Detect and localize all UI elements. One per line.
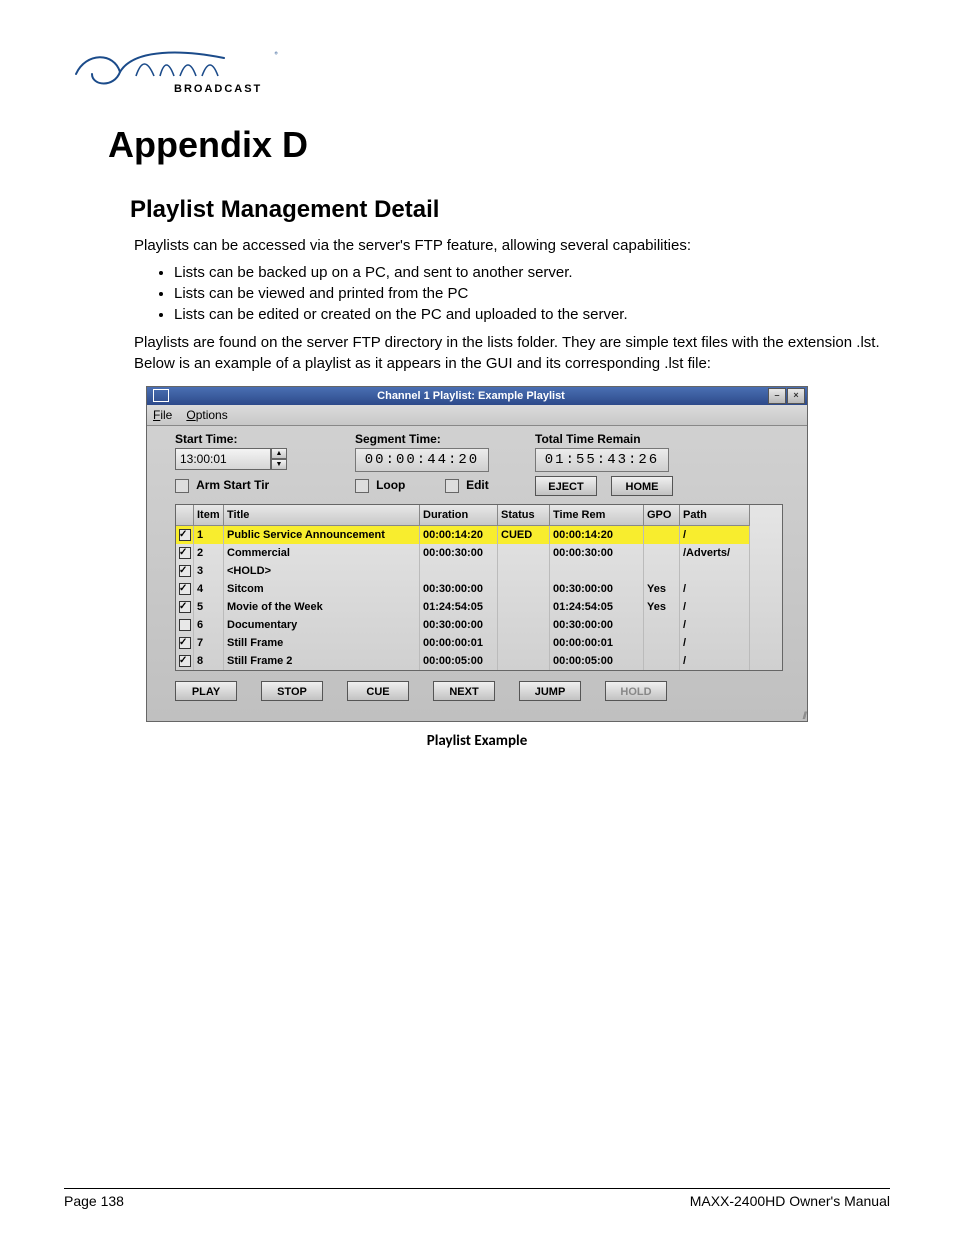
table-row[interactable]: 6Documentary00:30:00:0000:30:00:00/ [176,616,782,634]
row-checkbox[interactable] [179,655,191,667]
row-checkbox[interactable] [179,637,191,649]
section-heading: Playlist Management Detail [130,196,890,224]
table-row[interactable]: 5Movie of the Week01:24:54:0501:24:54:05… [176,598,782,616]
list-item: Lists can be backed up on a PC, and sent… [174,264,890,281]
doc-title: MAXX-2400HD Owner's Manual [690,1193,890,1209]
eject-button[interactable]: EJECT [535,476,597,496]
table-row[interactable]: 3<HOLD> [176,562,782,580]
page-footer: Page 138 MAXX-2400HD Owner's Manual [64,1188,890,1209]
playlist-window: Channel 1 Playlist: Example Playlist – ×… [146,386,808,722]
list-item: Lists can be edited or created on the PC… [174,306,890,323]
col-timerem: Time Rem [550,505,644,526]
menu-bar: File Options [147,405,807,426]
arm-start-checkbox[interactable] [175,479,189,493]
start-time-spinner[interactable]: ▲▼ [271,448,287,470]
col-item: Item [194,505,224,526]
row-checkbox[interactable] [179,583,191,595]
playlist-table: Item Title Duration Status Time Rem GPO … [175,504,783,671]
edit-label: Edit [466,478,489,492]
figure-caption: Playlist Example [64,732,890,750]
col-path: Path [680,505,750,526]
close-button[interactable]: × [787,388,805,404]
row-checkbox[interactable] [179,547,191,559]
table-row[interactable]: 8Still Frame 200:00:05:0000:00:05:00/ [176,652,782,670]
jump-button[interactable]: JUMP [519,681,581,701]
start-time-input[interactable]: 13:00:01 [175,448,271,470]
table-row[interactable]: 7Still Frame00:00:00:0100:00:00:01/ [176,634,782,652]
table-row[interactable]: 4Sitcom00:30:00:0000:30:00:00Yes/ [176,580,782,598]
table-row[interactable]: 2Commercial00:00:30:0000:00:30:00/Advert… [176,544,782,562]
col-title: Title [224,505,420,526]
col-status: Status [498,505,550,526]
total-remain-label: Total Time Remain [535,432,755,446]
minimize-button[interactable]: – [768,388,786,404]
col-check [176,505,194,526]
row-checkbox[interactable] [179,619,191,631]
arm-start-label: Arm Start Tir [196,478,269,492]
capability-list: Lists can be backed up on a PC, and sent… [174,264,890,323]
row-checkbox[interactable] [179,529,191,541]
row-checkbox[interactable] [179,565,191,577]
table-row[interactable]: 1Public Service Announcement00:00:14:20C… [176,526,782,544]
menu-options[interactable]: Options [186,408,227,422]
edit-checkbox[interactable] [445,479,459,493]
start-time-label: Start Time: [175,432,355,446]
play-button[interactable]: PLAY [175,681,237,701]
hold-button[interactable]: HOLD [605,681,667,701]
segment-time-display: 00:00:44:20 [355,448,489,472]
brand-logo: ® BROADCAST [74,44,890,100]
window-title: Channel 1 Playlist: Example Playlist [175,390,767,402]
col-duration: Duration [420,505,498,526]
resize-grip-icon[interactable]: /// [147,711,807,721]
svg-text:®: ® [274,50,279,61]
row-checkbox[interactable] [179,601,191,613]
total-remain-display: 01:55:43:26 [535,448,669,472]
explanation-paragraph: Playlists are found on the server FTP di… [134,333,890,374]
list-item: Lists can be viewed and printed from the… [174,285,890,302]
next-button[interactable]: NEXT [433,681,495,701]
cue-button[interactable]: CUE [347,681,409,701]
svg-text:BROADCAST: BROADCAST [174,83,262,95]
table-header-row: Item Title Duration Status Time Rem GPO … [176,505,782,526]
loop-label: Loop [376,478,405,492]
loop-checkbox[interactable] [355,479,369,493]
window-titlebar[interactable]: Channel 1 Playlist: Example Playlist – × [147,387,807,405]
stop-button[interactable]: STOP [261,681,323,701]
intro-paragraph: Playlists can be accessed via the server… [134,236,890,256]
page-number: Page 138 [64,1193,124,1209]
appendix-heading: Appendix D [108,124,890,166]
window-system-icon[interactable] [153,389,169,402]
home-button[interactable]: HOME [611,476,673,496]
col-gpo: GPO [644,505,680,526]
menu-file[interactable]: File [153,408,172,422]
segment-time-label: Segment Time: [355,432,535,446]
